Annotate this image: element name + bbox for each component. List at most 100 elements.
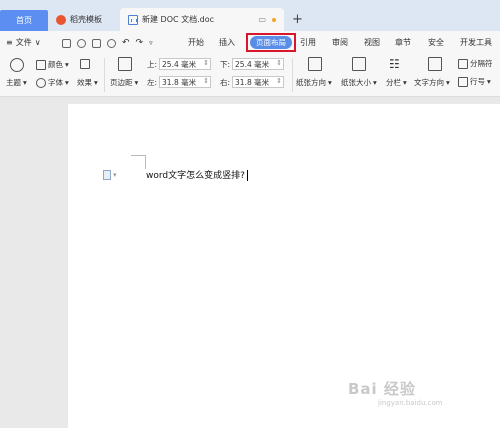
document-text-content: word文字怎么变成竖排?	[146, 171, 245, 181]
file-menu-label: 文件	[15, 38, 32, 47]
toolbar-divider	[104, 58, 105, 92]
print-preview-icon[interactable]	[107, 38, 116, 48]
tab-template-label: 稻壳模板	[70, 15, 102, 24]
toolbar-divider	[292, 58, 293, 92]
tab-start[interactable]: 开始	[188, 37, 204, 48]
chevron-down-icon: ▾	[134, 78, 139, 87]
size-button[interactable]: 纸张大小 ▾	[341, 77, 377, 88]
top-margin-value: 25.4 毫米	[162, 59, 197, 69]
margins-icon-button[interactable]	[118, 57, 132, 71]
paragraph-handle[interactable]: ▾	[103, 170, 117, 180]
export-icon[interactable]	[77, 38, 86, 48]
hamburger-icon: ≡	[6, 38, 13, 47]
paper-size-icon	[352, 57, 366, 71]
font-button[interactable]: 字体 ▾	[36, 77, 69, 88]
tab-home[interactable]: 首页	[0, 10, 48, 31]
left-margin-input[interactable]: 31.8 毫米	[159, 76, 212, 88]
tab-template[interactable]: 稻壳模板	[50, 8, 118, 31]
orientation-icon	[308, 57, 322, 71]
tab-page-layout-label: 页面布局	[256, 38, 286, 47]
tab-document[interactable]: 新建 DOC 文档.doc ▭	[120, 8, 284, 31]
chevron-down-icon: ▾	[373, 78, 377, 87]
color-label: 颜色	[48, 60, 63, 69]
undo-icon[interactable]: ↶	[122, 38, 130, 48]
effect-icon	[80, 59, 90, 69]
tab-chapter[interactable]: 章节	[395, 37, 411, 48]
page-icon	[103, 170, 111, 180]
left-margin-label: 左:	[147, 77, 158, 87]
new-tab-button[interactable]: +	[292, 12, 303, 27]
redo-icon[interactable]: ↷	[136, 38, 144, 48]
size-icon-button[interactable]	[352, 57, 366, 71]
save-icon[interactable]	[62, 38, 71, 48]
unsaved-dot-icon	[272, 17, 276, 22]
separator-icon	[458, 58, 468, 69]
ribbon-toolbar: 主题▾ 颜色▾ 字体▾ 效果▾ 页边距▾ 上:25.4 毫米 左:31.8 毫米…	[0, 54, 500, 97]
text-direction-label: 文字方向	[414, 78, 444, 87]
tab-references[interactable]: 引用	[300, 37, 316, 48]
bottom-margin-input[interactable]: 25.4 毫米	[232, 58, 285, 70]
left-margin-field: 左: 31.8 毫米	[147, 76, 212, 88]
tab-review[interactable]: 审阅	[332, 37, 348, 48]
left-margin-value: 31.8 毫米	[162, 77, 197, 87]
line-numbers-button[interactable]: 行号 ▾	[458, 76, 491, 87]
effect-label: 效果	[77, 78, 92, 87]
tab-insert[interactable]: 插入	[219, 37, 235, 48]
tab-security[interactable]: 安全	[428, 37, 444, 48]
tab-bar: 首页 稻壳模板 新建 DOC 文档.doc ▭ +	[0, 0, 500, 31]
chevron-down-icon: ▾	[113, 171, 117, 179]
columns-icon: ☷	[389, 57, 400, 71]
chevron-down-icon: ▾	[65, 60, 69, 69]
chevron-down-icon: ▾	[94, 78, 98, 87]
columns-icon-button[interactable]: ☷	[389, 57, 400, 71]
text-direction-icon-button[interactable]	[428, 57, 442, 71]
chevron-down-icon: ▾	[403, 78, 407, 87]
bottom-margin-field: 下: 25.4 毫米	[220, 58, 285, 70]
top-margin-field: 上: 25.4 毫米	[147, 58, 212, 70]
file-menu[interactable]: ≡ 文件 ∨	[6, 37, 41, 48]
bottom-margin-value: 25.4 毫米	[235, 59, 270, 69]
margins-button[interactable]: 页边距 ▾	[110, 77, 138, 88]
margins-label: 页边距	[110, 78, 133, 87]
effect-icon-button[interactable]	[80, 59, 90, 69]
text-direction-icon	[428, 57, 442, 71]
effect-button[interactable]: 效果 ▾	[77, 77, 98, 88]
color-icon	[36, 59, 46, 70]
tab-page-layout[interactable]: 页面布局	[250, 36, 292, 49]
theme-button[interactable]	[10, 58, 24, 72]
chevron-down-icon: ▾	[487, 77, 491, 86]
theme-label: 主题	[6, 78, 21, 87]
columns-button[interactable]: 分栏 ▾	[386, 77, 407, 88]
window-icon[interactable]: ▭	[258, 15, 266, 24]
text-cursor	[246, 170, 248, 181]
tab-view[interactable]: 视图	[364, 37, 380, 48]
orientation-label: 纸张方向	[296, 78, 326, 87]
highlight-box: 页面布局	[246, 33, 296, 52]
print-icon[interactable]	[92, 38, 101, 48]
color-button[interactable]: 颜色 ▾	[36, 59, 69, 70]
word-document-icon	[128, 14, 138, 25]
right-margin-value: 31.8 毫米	[235, 77, 270, 87]
font-label: 字体	[48, 78, 63, 87]
chevron-down-icon: ▾	[328, 78, 332, 87]
top-margin-label: 上:	[147, 59, 158, 69]
chevron-down-icon: ▾	[65, 78, 69, 87]
quick-access-toolbar: ↶ ↷ ▿	[62, 38, 153, 48]
margin-corner-mark	[131, 155, 145, 156]
text-direction-button[interactable]: 文字方向 ▾	[414, 77, 450, 88]
right-margin-label: 右:	[220, 77, 231, 87]
right-margin-input[interactable]: 31.8 毫米	[232, 76, 285, 88]
margin-corner-mark	[145, 155, 146, 169]
orientation-icon-button[interactable]	[308, 57, 322, 71]
chevron-down-icon: ▾	[446, 78, 450, 87]
orientation-button[interactable]: 纸张方向 ▾	[296, 77, 332, 88]
tab-developer-tools[interactable]: 开发工具	[460, 37, 492, 48]
theme-label-button[interactable]: 主题 ▾	[6, 77, 27, 88]
docer-logo-icon	[56, 14, 66, 25]
document-text[interactable]: word文字怎么变成竖排?	[146, 168, 248, 181]
watermark: Bai 经验 jingyan.baidu.com	[348, 378, 443, 407]
top-margin-input[interactable]: 25.4 毫米	[159, 58, 212, 70]
separator-button[interactable]: 分隔符	[458, 58, 493, 69]
chevron-down-icon: ∨	[34, 38, 41, 47]
customize-chevron-icon[interactable]: ▿	[149, 39, 153, 47]
